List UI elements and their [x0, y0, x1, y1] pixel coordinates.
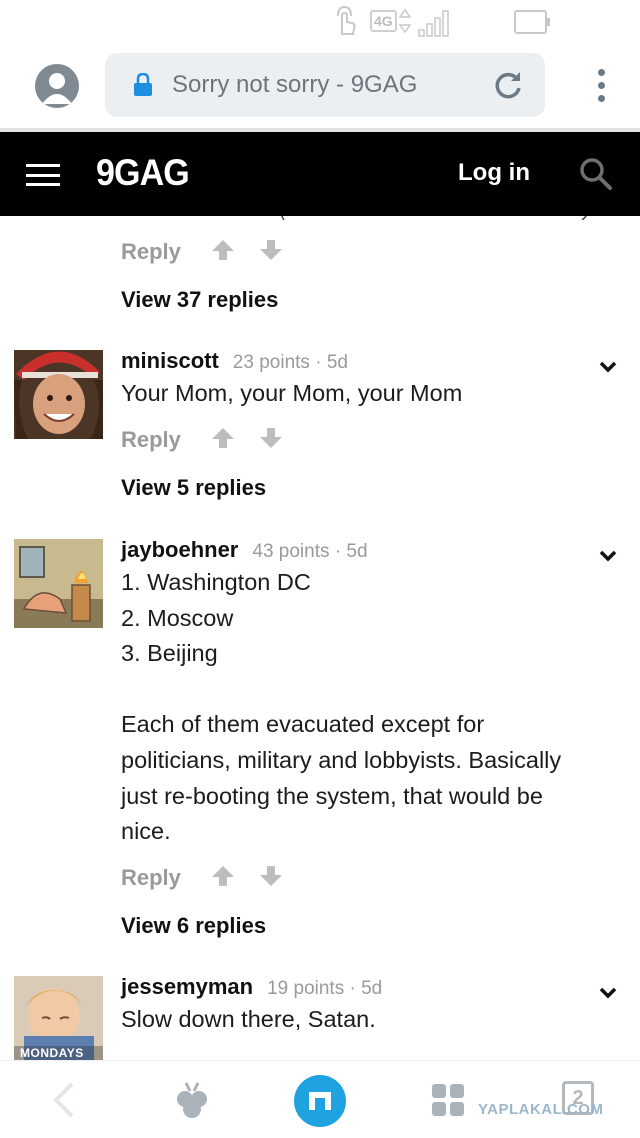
status-bar: 4G [0, 0, 640, 44]
hamburger-menu-icon[interactable] [26, 164, 60, 186]
comment-username[interactable]: jessemyman [121, 974, 253, 999]
comment-header: jayboehner 43 points · 5d [121, 537, 368, 563]
bottom-nav: 2 YAPLAKAL.COM [0, 1060, 640, 1138]
reload-icon[interactable] [493, 69, 523, 106]
comment-meta: 23 points · 5d [233, 352, 348, 373]
bug-icon[interactable] [172, 1081, 212, 1126]
comment-text-line: Each of them evacuated except for [121, 711, 485, 738]
downvote-icon[interactable] [259, 427, 283, 454]
comment-text: Slow down there, Satan. [121, 1002, 621, 1038]
meta-separator: · [334, 541, 342, 562]
comment-username[interactable]: jayboehner [121, 537, 238, 562]
comment-text: 1. Washington DC 2. Moscow 3. Beijing Ea… [121, 565, 621, 850]
comment-meta: 19 points · 5d [267, 978, 382, 999]
comment-meta: 43 points · 5d [252, 541, 367, 562]
comment-actions: Reply [121, 864, 283, 892]
network-type: 4G [370, 10, 397, 32]
reply-button[interactable]: Reply [121, 239, 181, 265]
user-avatar[interactable] [14, 539, 103, 628]
comment-points: 23 points [232, 352, 310, 373]
downvote-icon[interactable] [259, 865, 283, 892]
battery-icon [514, 10, 552, 39]
lock-icon [133, 72, 153, 102]
watermark: YAPLAKAL.COM [478, 1101, 604, 1118]
view-replies-link[interactable]: View 37 replies [121, 287, 278, 313]
comment-actions: Reply [121, 238, 283, 266]
downvote-icon[interactable] [259, 239, 283, 266]
data-arrows-icon [398, 8, 412, 39]
view-replies-link[interactable]: View 5 replies [121, 475, 266, 501]
home-icon[interactable] [294, 1075, 346, 1127]
meta-separator: · [315, 352, 322, 373]
comment-points: 43 points [252, 541, 330, 562]
comment-text-line: politicians, military and lobbyists. Bas… [121, 746, 562, 773]
comment-text-line [121, 672, 621, 708]
signal-icon [418, 8, 452, 43]
site-header: 9GAG Log in [0, 132, 640, 216]
url-title: Sorry not sorry - 9GAG [172, 71, 418, 98]
comment-age: 5d [346, 541, 368, 562]
reply-button[interactable]: Reply [121, 865, 181, 891]
more-vert-icon[interactable] [594, 69, 608, 105]
comment-age: 5d [361, 978, 383, 999]
comment-feed[interactable]: Reply View 37 replies miniscott 23 point… [0, 216, 640, 1060]
comment-text: Your Mom, your Mom, your Mom [121, 376, 621, 412]
comment-points: 19 points [267, 978, 345, 999]
site-logo[interactable]: 9GAG [96, 152, 190, 194]
comment-text-line: 3. Beijing [121, 640, 218, 667]
clipped-text-fragment [281, 216, 587, 220]
comment-text-line: Slow down there, Satan. [121, 1006, 376, 1032]
comment-text-line: Your Mom, your Mom, your Mom [121, 380, 463, 406]
url-field[interactable]: Sorry not sorry - 9GAG [105, 53, 545, 117]
comment-text-line: just re-booting the system, that would b… [121, 782, 543, 809]
meta-separator: · [349, 978, 356, 999]
touch-icon [334, 4, 358, 43]
user-avatar[interactable] [14, 350, 103, 439]
user-avatar[interactable]: MONDAYS [14, 976, 103, 1060]
reply-button[interactable]: Reply [121, 427, 181, 453]
avatar-caption: MONDAYS [20, 1046, 84, 1060]
upvote-icon[interactable] [211, 865, 235, 892]
comment-age: 5d [326, 352, 348, 373]
login-button[interactable]: Log in [458, 159, 530, 187]
comment-text-line: nice. [121, 818, 171, 845]
view-replies-link[interactable]: View 6 replies [121, 913, 266, 939]
comment-header: jessemyman 19 points · 5d [121, 974, 382, 1000]
comment-header: miniscott 23 points · 5d [121, 348, 348, 374]
back-icon[interactable] [50, 1081, 76, 1124]
comment-username[interactable]: miniscott [121, 348, 219, 373]
apps-grid-icon[interactable] [431, 1083, 465, 1122]
comment-actions: Reply [121, 426, 283, 454]
search-icon[interactable] [579, 157, 613, 196]
browser-toolbar: Sorry not sorry - 9GAG [0, 44, 640, 128]
upvote-icon[interactable] [211, 239, 235, 266]
comment-text-line: 2. Moscow [121, 604, 234, 631]
profile-icon[interactable] [35, 64, 79, 108]
comment-text-line: 1. Washington DC [121, 569, 311, 595]
upvote-icon[interactable] [211, 427, 235, 454]
